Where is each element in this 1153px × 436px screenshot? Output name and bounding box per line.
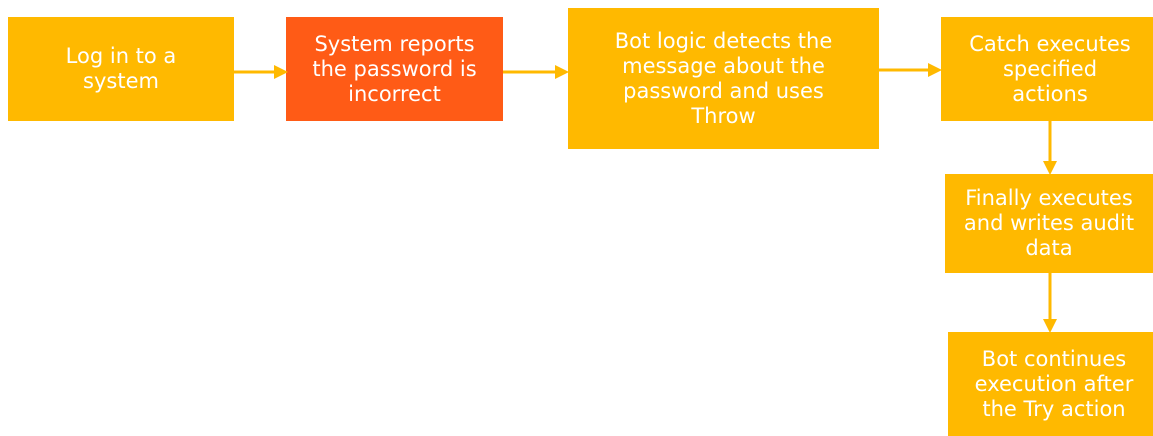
arrow-password-incorrect-to-throw	[503, 65, 569, 79]
arrow-catch-to-finally	[1043, 121, 1057, 175]
arrow-log-in-to-password-incorrect	[234, 65, 288, 79]
arrow-throw-to-catch	[879, 63, 942, 77]
flow-arrows	[234, 63, 1057, 333]
arrow-finally-to-continue	[1043, 273, 1057, 333]
